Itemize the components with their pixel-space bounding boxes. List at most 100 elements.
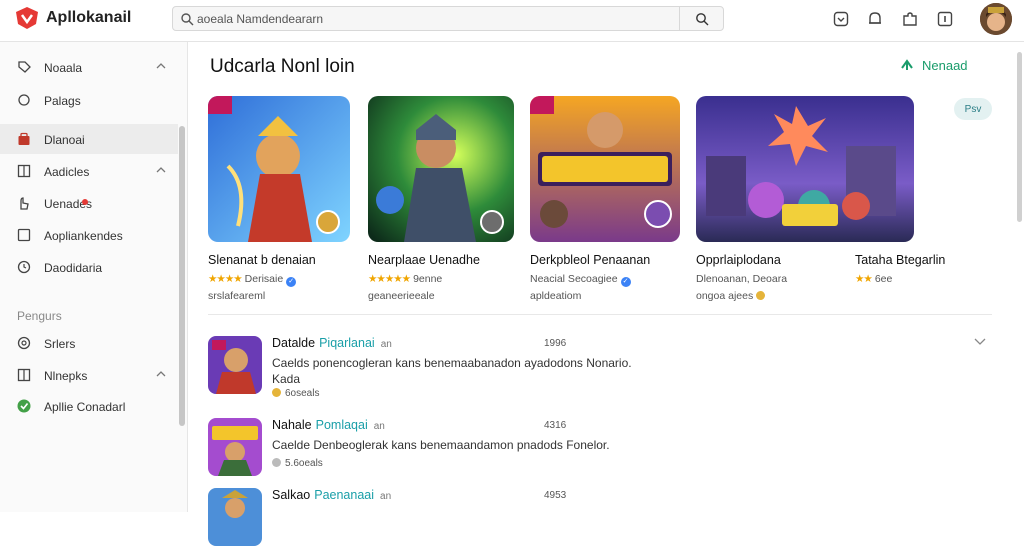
app-rating: ★★★★★ 9enne: [368, 273, 442, 285]
rating-text: Derisaie: [244, 273, 284, 285]
see-more-link[interactable]: Nenaad: [901, 58, 968, 73]
chevron-up-icon[interactable]: [156, 165, 166, 175]
search-button[interactable]: [679, 7, 723, 30]
section-title: Udcarla Nonl loin: [210, 56, 355, 77]
sidebar-item-srlers[interactable]: Srlers: [0, 328, 178, 358]
store-icon: [18, 132, 30, 145]
rating-text: Dlenoanan, Deoara: [696, 273, 788, 285]
app-name: Derkpbleol Penaanan: [530, 253, 651, 267]
list-item[interactable]: Datalde Piqarlanai an 1996 Caelds ponencog…: [208, 336, 998, 406]
app-title: Apllokanail: [46, 9, 132, 26]
sidebar-item-label: Srlers: [44, 337, 76, 351]
divider: [208, 314, 992, 315]
list-item-small: an: [373, 421, 385, 432]
coin-icon: [756, 291, 766, 300]
list-item-small: an: [380, 491, 392, 502]
list-item-title: Salkao Paenanaai an: [272, 488, 391, 502]
app-subtitle: apldeatiom: [530, 290, 582, 302]
chevron-down-icon[interactable]: [974, 336, 986, 346]
square-icon: [17, 228, 31, 242]
grid-icon: [17, 164, 31, 178]
next-pill-button[interactable]: Psv: [954, 98, 992, 120]
bell-icon[interactable]: [866, 10, 884, 28]
tag-icon: [18, 61, 31, 73]
sidebar-item-aopliankendes[interactable]: Aopliankendes: [0, 220, 178, 250]
list-item-meta: 6oseals: [272, 388, 319, 399]
sidebar-item-aadicles[interactable]: Aadicles: [0, 156, 178, 186]
main-scrollbar[interactable]: [1017, 52, 1022, 222]
list-item[interactable]: Nahale Pomlaqai an 4316 Caelde Denbeoglera…: [208, 418, 998, 488]
list-item-tag[interactable]: Piqarlanai: [319, 336, 375, 350]
sidebar-item-apllie-conadarl[interactable]: Apllie Conadarl: [0, 391, 178, 421]
sidebar-scrollbar[interactable]: [179, 126, 185, 426]
search-icon: [181, 13, 194, 26]
list-item[interactable]: Salkao Paenanaai an 4953: [208, 488, 998, 558]
chevron-up-icon[interactable]: [156, 369, 166, 379]
search-icon: [695, 12, 708, 25]
sidebar-item-label: Daodidaria: [44, 261, 103, 275]
app-subtitle-text: ongoa ajees: [696, 290, 754, 302]
sidebar-item-label: Nlnepks: [44, 369, 88, 383]
sidebar-item-dlanoai[interactable]: Dlanoai: [0, 124, 178, 154]
list-item-title-text: Salkao: [272, 488, 311, 502]
verified-icon: ✓: [620, 277, 631, 287]
app-rating: Dlenoanan, Deoara: [696, 273, 787, 285]
search-input[interactable]: [197, 9, 627, 28]
sidebar-item-label: Apllie Conadarl: [44, 400, 126, 414]
puzzle-icon[interactable]: [901, 10, 919, 28]
hand-icon: [20, 197, 29, 210]
star-badge-icon: [17, 399, 31, 413]
list-item-meta-text: 6oseals: [285, 388, 320, 399]
app-subtitle: geaneerieeale: [368, 290, 435, 302]
app-name: Opprlaiplodana: [696, 253, 781, 267]
notification-dot: [82, 199, 88, 205]
sidebar-item-palags[interactable]: Palags: [0, 85, 178, 115]
arrow-up-icon: [901, 59, 913, 70]
list-item-count: 1996: [544, 338, 567, 349]
app-name: Nearplaae Uenadhe: [368, 253, 480, 267]
list-item-tag[interactable]: Paenanaai: [314, 488, 374, 502]
see-more-label: Nenaad: [922, 58, 968, 73]
app-name: Slenanat b denaian: [208, 253, 316, 267]
sidebar-item-label: Palags: [44, 94, 81, 108]
info-icon[interactable]: [936, 10, 954, 28]
list-item-thumbnail[interactable]: [208, 488, 262, 546]
coin-icon: [272, 458, 281, 467]
coin-icon: [272, 388, 281, 397]
list-item-meta: 5.6oeals: [272, 458, 323, 469]
avatar[interactable]: [980, 3, 1012, 35]
app-thumbnail[interactable]: [530, 96, 680, 242]
list-item-count: 4316: [544, 420, 567, 431]
chevron-up-icon[interactable]: [156, 61, 166, 71]
rating-text: 6ee: [874, 273, 893, 285]
app-thumbnail[interactable]: [208, 96, 350, 242]
list-item-thumbnail[interactable]: [208, 336, 262, 394]
rating-stars: ★★: [855, 273, 873, 285]
target-icon: [17, 336, 31, 350]
sidebar-item-noaala[interactable]: Noaala: [0, 52, 178, 82]
list-item-title-text: Nahale: [272, 418, 312, 432]
list-item-thumbnail[interactable]: [208, 418, 262, 476]
list-item-tag[interactable]: Pomlaqai: [316, 418, 368, 432]
download-icon[interactable]: [832, 10, 850, 28]
app-subtitle: ongoa ajees: [696, 290, 766, 302]
sidebar-item-uenades[interactable]: Uenades: [0, 188, 178, 218]
app-thumbnail[interactable]: [696, 96, 914, 242]
sidebar-item-label: Aadicles: [44, 165, 90, 179]
sidebar-item-nlnepks[interactable]: Nlnepks: [0, 360, 178, 390]
sidebar-item-label: Aopliankendes: [44, 229, 123, 243]
sidebar-item-daodidaria[interactable]: Daodidaria: [0, 252, 178, 282]
grid-icon: [17, 368, 31, 382]
search-bar[interactable]: [172, 6, 724, 31]
list-item-title-text: Datalde: [272, 336, 316, 350]
rating-stars: ★★★★★: [368, 273, 411, 285]
app-logo-icon[interactable]: [14, 6, 40, 30]
rating-stars: ★★★★: [208, 273, 243, 285]
app-subtitle: srslafeareml: [208, 290, 266, 302]
app-rating: ★★★★ Derisaie ✓: [208, 273, 297, 287]
clock-icon: [17, 260, 31, 274]
bell-icon: [18, 94, 30, 106]
list-item-count: 4953: [544, 490, 567, 501]
app-thumbnail[interactable]: [368, 96, 514, 242]
app-name: Tataha Btegarlin: [855, 253, 946, 267]
